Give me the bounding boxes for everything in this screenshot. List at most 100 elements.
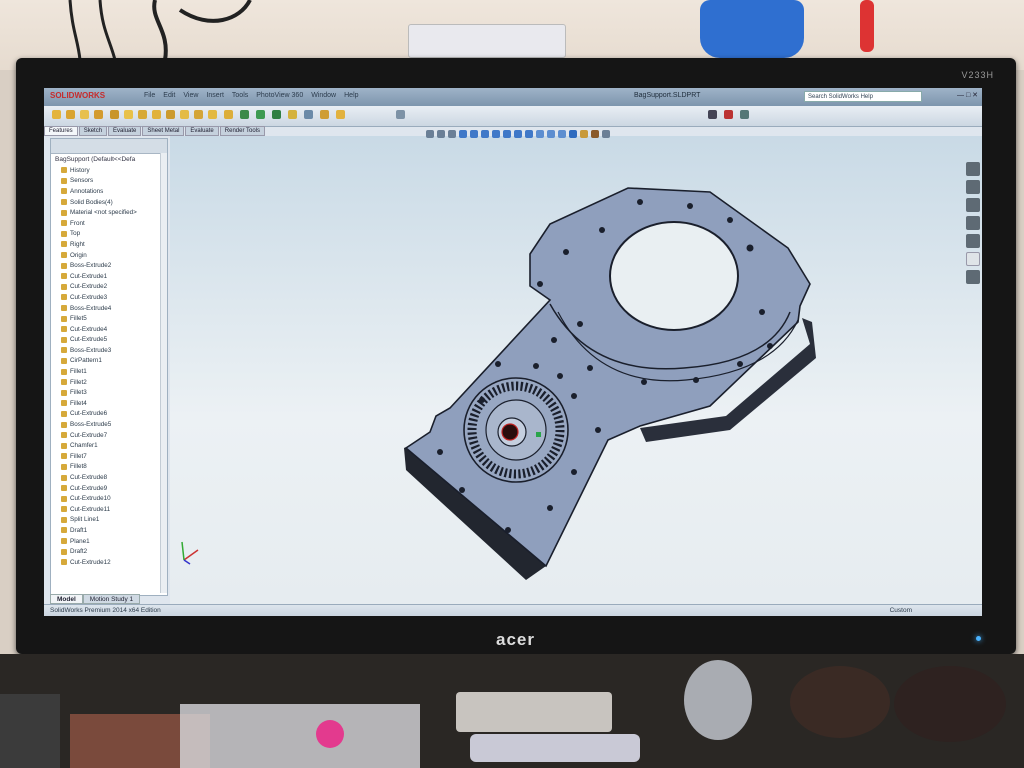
status-bar: SolidWorks Premium 2014 x64 Edition Cust… <box>44 604 982 616</box>
tree-item[interactable]: CirPattern1 <box>51 356 167 367</box>
tree-item[interactable]: Cut-Extrude11 <box>51 504 167 515</box>
file-explorer-icon[interactable] <box>966 198 980 212</box>
chamfer-icon[interactable] <box>138 110 147 119</box>
view-palette-icon[interactable] <box>966 234 980 248</box>
menu-tools[interactable]: Tools <box>232 92 248 99</box>
pattern-icon[interactable] <box>152 110 161 119</box>
tree-list: History Sensors Annotations Solid Bodies(4)… <box>51 165 167 568</box>
tab-render-tools[interactable]: Render Tools <box>219 126 266 136</box>
tab-evaluate-2[interactable]: Evaluate <box>185 126 219 136</box>
tree-item[interactable]: Material <not specified> <box>51 207 167 218</box>
extrude-boss-icon[interactable] <box>52 110 61 119</box>
resources-icon[interactable] <box>966 162 980 176</box>
extrude-cut-icon[interactable] <box>110 110 119 119</box>
draft-icon[interactable] <box>194 110 203 119</box>
render-icon[interactable] <box>724 110 733 119</box>
tree-item[interactable]: Origin <box>51 250 167 261</box>
reference-geometry-icon[interactable] <box>240 110 249 119</box>
tree-item[interactable]: Front <box>51 218 167 229</box>
tree-item[interactable]: Cut-Extrude10 <box>51 493 167 504</box>
sketch-icon[interactable] <box>320 110 329 119</box>
graphics-area[interactable] <box>170 130 982 604</box>
tree-item[interactable]: Sensors <box>51 176 167 187</box>
options-icon[interactable] <box>304 110 313 119</box>
tree-item[interactable]: Right <box>51 239 167 250</box>
dome-icon[interactable] <box>224 110 233 119</box>
tab-features[interactable]: Features <box>44 126 78 136</box>
tree-item[interactable]: Fillet7 <box>51 451 167 462</box>
rebuild-icon[interactable] <box>288 110 297 119</box>
wrap-icon[interactable] <box>208 110 217 119</box>
tree-item[interactable]: Cut-Extrude8 <box>51 472 167 483</box>
loft-icon[interactable] <box>94 110 103 119</box>
tree-item[interactable]: Boss-Extrude2 <box>51 260 167 271</box>
menu-help[interactable]: Help <box>344 92 358 99</box>
tree-item[interactable]: Annotations <box>51 186 167 197</box>
sweep-icon[interactable] <box>80 110 89 119</box>
tree-root-part[interactable]: BagSupport (Default<<Defa <box>51 154 167 165</box>
tree-item[interactable]: History <box>51 165 167 176</box>
tree-item[interactable]: Split Line1 <box>51 515 167 526</box>
custom-properties-icon[interactable] <box>966 270 980 284</box>
tree-item[interactable]: Cut-Extrude9 <box>51 483 167 494</box>
tree-item[interactable]: Cut-Extrude5 <box>51 335 167 346</box>
camera-icon[interactable] <box>708 110 717 119</box>
feature-icon <box>61 495 67 502</box>
tree-item[interactable]: Cut-Extrude12 <box>51 557 167 568</box>
fillet-icon[interactable] <box>124 110 133 119</box>
feature-tree-tabs[interactable] <box>51 139 167 154</box>
tree-item[interactable]: Fillet8 <box>51 462 167 473</box>
tree-scrollbar[interactable] <box>160 153 167 593</box>
tab-sheet-metal[interactable]: Sheet Metal <box>142 126 185 136</box>
tree-item[interactable]: Cut-Extrude2 <box>51 282 167 293</box>
tab-motion-study[interactable]: Motion Study 1 <box>82 594 141 604</box>
tree-item[interactable]: Cut-Extrude4 <box>51 324 167 335</box>
smart-dimension-icon[interactable] <box>336 110 345 119</box>
select-icon[interactable] <box>396 110 405 119</box>
tree-item[interactable]: Solid Bodies(4) <box>51 197 167 208</box>
menu-photoview[interactable]: PhotoView 360 <box>256 92 303 99</box>
tree-item[interactable]: Boss-Extrude4 <box>51 303 167 314</box>
tree-item[interactable]: Fillet1 <box>51 366 167 377</box>
cad-part-model[interactable] <box>170 136 982 604</box>
window-controls[interactable]: — □ ✕ <box>957 91 978 99</box>
tree-item[interactable]: Fillet3 <box>51 387 167 398</box>
search-icon[interactable] <box>966 216 980 230</box>
tab-evaluate[interactable]: Evaluate <box>108 126 142 136</box>
revolve-icon[interactable] <box>66 110 75 119</box>
menu-file[interactable]: File <box>144 92 155 99</box>
menu-window[interactable]: Window <box>311 92 336 99</box>
instant3d-icon[interactable] <box>272 110 281 119</box>
feature-icon <box>61 516 67 523</box>
tree-item[interactable]: Cut-Extrude3 <box>51 292 167 303</box>
tree-item[interactable]: Fillet5 <box>51 313 167 324</box>
tree-item[interactable]: Draft2 <box>51 546 167 557</box>
appearances-icon[interactable] <box>966 252 980 266</box>
menu-view[interactable]: View <box>183 92 198 99</box>
curves-icon[interactable] <box>256 110 265 119</box>
rib-icon[interactable] <box>180 110 189 119</box>
tree-item[interactable]: Plane1 <box>51 536 167 547</box>
shell-icon[interactable] <box>166 110 175 119</box>
tree-item[interactable]: Fillet4 <box>51 398 167 409</box>
menu-insert[interactable]: Insert <box>206 92 224 99</box>
tab-model[interactable]: Model <box>50 594 83 604</box>
tree-item-label: Fillet1 <box>70 368 87 376</box>
help-search-input[interactable]: Search SolidWorks Help <box>804 91 922 102</box>
tree-item[interactable]: Cut-Extrude1 <box>51 271 167 282</box>
tree-item[interactable]: Cut-Extrude7 <box>51 430 167 441</box>
status-units[interactable]: Custom <box>890 607 912 614</box>
tree-item[interactable]: Draft1 <box>51 525 167 536</box>
tree-item-label: Top <box>70 230 81 238</box>
tree-item[interactable]: Cut-Extrude6 <box>51 409 167 420</box>
menu-edit[interactable]: Edit <box>163 92 175 99</box>
tree-item[interactable]: Boss-Extrude3 <box>51 345 167 356</box>
design-library-icon[interactable] <box>966 180 980 194</box>
tree-item[interactable]: Boss-Extrude5 <box>51 419 167 430</box>
tree-item[interactable]: Chamfer1 <box>51 440 167 451</box>
solidworks-logo[interactable]: SOLIDWORKS <box>50 91 105 100</box>
appearance-icon[interactable] <box>740 110 749 119</box>
tree-item[interactable]: Top <box>51 229 167 240</box>
tree-item[interactable]: Fillet2 <box>51 377 167 388</box>
tab-sketch[interactable]: Sketch <box>78 126 108 136</box>
